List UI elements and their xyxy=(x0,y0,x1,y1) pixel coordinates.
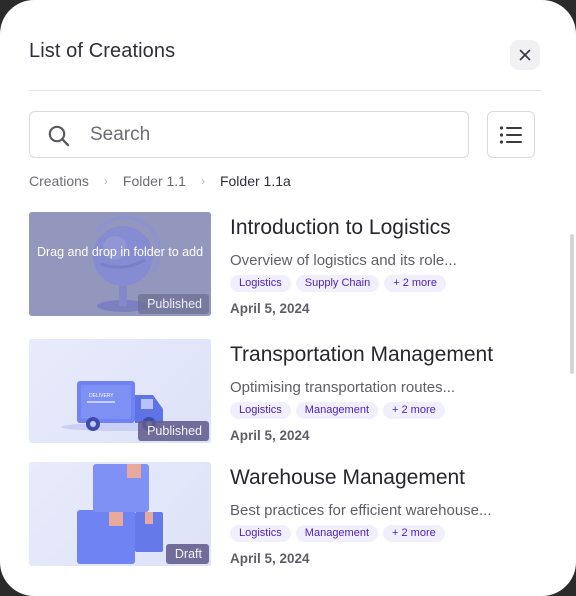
breadcrumb-folder-1-1[interactable]: Folder 1.1 xyxy=(123,173,186,189)
item-title[interactable]: Warehouse Management xyxy=(230,466,465,490)
status-badge: Published xyxy=(138,421,209,441)
item-thumbnail[interactable]: Draft xyxy=(29,462,211,566)
list-item[interactable]: Draft Warehouse Management Best practice… xyxy=(29,462,546,566)
tag-list: Logistics Supply Chain + 2 more xyxy=(230,275,446,292)
item-description: Overview of logistics and its role... xyxy=(230,252,457,269)
more-tags[interactable]: + 2 more xyxy=(383,525,445,542)
list-view-icon xyxy=(499,125,522,144)
tag-list: Logistics Management + 2 more xyxy=(230,525,445,542)
tag: Logistics xyxy=(230,402,291,419)
search-icon xyxy=(48,125,70,147)
drag-drop-hint: Drag and drop in folder to add xyxy=(36,245,204,259)
header-divider xyxy=(29,90,541,91)
list-item[interactable]: Drag and drop in folder to add Published… xyxy=(29,212,546,316)
tag-list: Logistics Management + 2 more xyxy=(230,402,445,419)
search-box[interactable] xyxy=(29,111,469,158)
more-tags[interactable]: + 2 more xyxy=(383,402,445,419)
chevron-right-icon: › xyxy=(103,174,108,188)
breadcrumb: Creations › Folder 1.1 › Folder 1.1a xyxy=(29,173,291,189)
item-thumbnail[interactable]: Drag and drop in folder to add Published xyxy=(29,212,211,316)
tag: Management xyxy=(295,525,379,542)
creations-dialog: List of Creations Creations › Folder 1.1… xyxy=(0,0,576,596)
list-view-button[interactable] xyxy=(487,111,535,158)
item-description: Best practices for efficient warehouse..… xyxy=(230,502,492,519)
item-date: April 5, 2024 xyxy=(230,551,310,566)
breadcrumb-creations[interactable]: Creations xyxy=(29,173,89,189)
dialog-header: List of Creations xyxy=(29,36,540,76)
status-badge: Draft xyxy=(165,544,209,564)
tag: Logistics xyxy=(230,275,291,292)
item-date: April 5, 2024 xyxy=(230,301,310,316)
close-icon xyxy=(519,49,531,61)
truck-label: DELIVERY xyxy=(89,393,114,399)
item-description: Optimising transportation routes... xyxy=(230,379,456,396)
item-thumbnail[interactable]: DELIVERY Published xyxy=(29,339,211,443)
scrollbar[interactable] xyxy=(570,234,574,374)
item-title[interactable]: Transportation Management xyxy=(230,343,493,367)
breadcrumb-folder-1-1a: Folder 1.1a xyxy=(219,173,291,189)
list-item[interactable]: DELIVERY Published Transportation Manage… xyxy=(29,339,546,443)
dialog-title: List of Creations xyxy=(29,40,176,62)
item-title[interactable]: Introduction to Logistics xyxy=(230,216,451,240)
tag: Management xyxy=(295,402,379,419)
close-button[interactable] xyxy=(510,40,540,70)
chevron-right-icon: › xyxy=(200,174,205,188)
more-tags[interactable]: + 2 more xyxy=(384,275,446,292)
tag: Supply Chain xyxy=(295,275,380,292)
item-date: April 5, 2024 xyxy=(230,428,310,443)
tag: Logistics xyxy=(230,525,291,542)
status-badge: Published xyxy=(138,294,209,314)
search-input[interactable] xyxy=(88,120,448,150)
